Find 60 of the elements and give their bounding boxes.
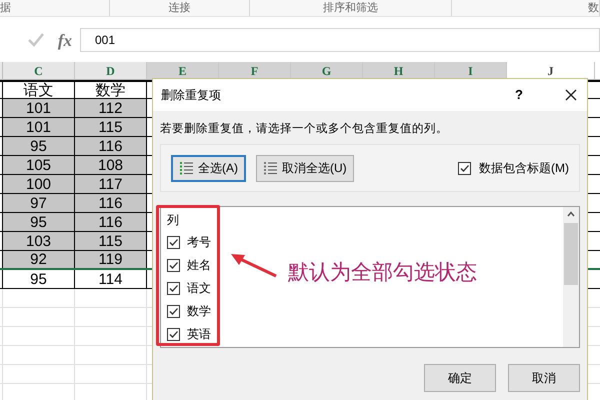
checkbox[interactable] xyxy=(167,304,180,318)
column-option-label[interactable]: 数学 xyxy=(187,302,211,320)
instruction-text: 若要删除重复值，请选择一个或多个包含重复值的列。 xyxy=(160,122,449,137)
table-cell: 101 xyxy=(3,99,75,117)
table-cell: 105 xyxy=(3,156,75,174)
list-icon xyxy=(263,162,277,175)
checkbox[interactable] xyxy=(167,236,180,249)
ribbon-group-label: 连接 xyxy=(168,2,190,14)
checkbox[interactable] xyxy=(458,162,471,175)
column-header[interactable]: E xyxy=(147,62,219,79)
column-option-label[interactable]: 英语 xyxy=(187,325,211,344)
checkbox[interactable] xyxy=(167,282,180,295)
table-cell: 116 xyxy=(75,194,147,212)
dialog-title: 删除重复项 xyxy=(161,87,222,104)
table-cell: 116 xyxy=(75,137,147,155)
column-header[interactable]: F xyxy=(219,62,291,79)
help-button[interactable]: ? xyxy=(515,85,523,105)
checkbox-label[interactable]: 数据包含标题(M) xyxy=(479,159,569,178)
table-cell: 112 xyxy=(75,99,147,117)
table-cell: 95 xyxy=(3,137,75,155)
dialog-button[interactable]: 确定 xyxy=(424,364,496,392)
annotation-text: 默认为全部勾选状态 xyxy=(288,259,477,286)
column-option-label[interactable]: 考号 xyxy=(187,233,211,252)
table-cell: 100 xyxy=(3,175,75,193)
column-header[interactable]: G xyxy=(291,62,363,79)
table-cell: 92 xyxy=(3,251,75,268)
table-cell: 119 xyxy=(75,251,147,268)
scrollbar[interactable] xyxy=(563,207,579,348)
table-cell: 115 xyxy=(75,232,147,250)
insert-function-button[interactable]: fx xyxy=(58,32,72,48)
formula-input[interactable]: 001 xyxy=(80,28,600,52)
check-icon[interactable] xyxy=(28,33,44,47)
close-icon[interactable] xyxy=(565,89,577,101)
list-icon xyxy=(179,162,193,175)
list-header: 列 xyxy=(167,213,180,228)
column-header[interactable]: H xyxy=(363,62,435,79)
checkbox[interactable] xyxy=(167,328,180,341)
unselect-all-button[interactable]: 取消全选(U) xyxy=(256,154,354,182)
table-cell: 97 xyxy=(3,194,75,212)
ribbon-group-label: 数 xyxy=(588,2,599,14)
select-all-button[interactable]: 全选(A) xyxy=(171,154,246,182)
column-header[interactable]: D xyxy=(75,62,147,79)
column-header[interactable]: C xyxy=(3,62,75,79)
table-cell: 117 xyxy=(75,175,147,193)
arrow xyxy=(230,252,278,278)
table-cell: 101 xyxy=(3,118,75,136)
scroll-up-icon[interactable] xyxy=(567,211,575,218)
table-cell: 95 xyxy=(3,213,75,231)
table-cell: 103 xyxy=(3,232,75,250)
table-cell: 116 xyxy=(75,213,147,231)
column-header[interactable]: I xyxy=(435,62,507,79)
table-cell: 115 xyxy=(75,118,147,136)
column-option-label[interactable]: 姓名 xyxy=(187,256,211,274)
dialog-button[interactable]: 取消 xyxy=(508,364,580,392)
ribbon-group-label: 排序和筛选 xyxy=(323,2,378,14)
checkbox[interactable] xyxy=(167,258,180,272)
table-cell: 108 xyxy=(75,156,147,174)
ribbon-group-label: 据 xyxy=(0,2,11,14)
scroll-thumb[interactable] xyxy=(564,223,578,286)
column-option-label[interactable]: 语文 xyxy=(187,279,211,298)
